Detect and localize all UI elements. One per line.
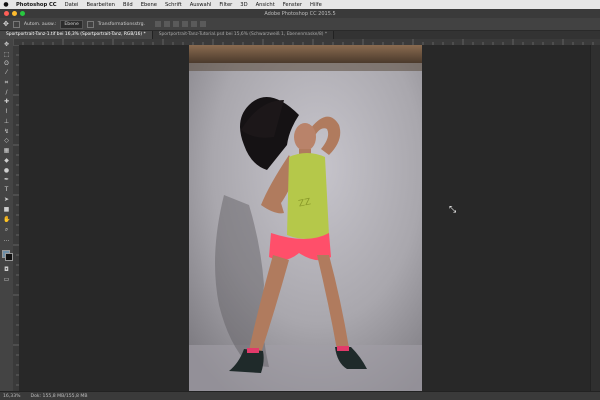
dancer-photo-image: ZZ bbox=[189, 45, 422, 394]
document-photo[interactable]: ZZ bbox=[189, 45, 422, 394]
apple-icon[interactable]: ● bbox=[0, 1, 12, 8]
stamp-icon[interactable]: ⊥ bbox=[3, 119, 10, 125]
heal-icon[interactable]: ✚ bbox=[3, 99, 10, 105]
menu-3d[interactable]: 3D bbox=[236, 2, 251, 8]
document-size[interactable]: Dok: 155,8 MB/155,8 MB bbox=[31, 394, 88, 399]
quick-mask-icon[interactable]: ◘ bbox=[3, 267, 10, 273]
options-bar: ✥ Autom. ausw.: Ebene Transformationsstr… bbox=[0, 18, 600, 31]
menu-app-name[interactable]: Photoshop CC bbox=[12, 2, 61, 8]
menu-schrift[interactable]: Schrift bbox=[161, 2, 186, 8]
brush-icon[interactable]: ⌇ bbox=[3, 109, 10, 115]
menu-datei[interactable]: Datei bbox=[61, 2, 83, 8]
zoom-level[interactable]: 16,33% bbox=[3, 394, 21, 399]
pen-icon[interactable]: ✒ bbox=[3, 177, 10, 183]
menu-auswahl[interactable]: Auswahl bbox=[186, 2, 216, 8]
menu-ansicht[interactable]: Ansicht bbox=[252, 2, 279, 8]
path-select-icon[interactable]: ➤ bbox=[3, 197, 10, 203]
zoom-icon[interactable]: ⌕ bbox=[3, 227, 10, 233]
align-right-icon[interactable] bbox=[200, 21, 207, 27]
quick-select-icon[interactable]: ⁄ bbox=[3, 70, 10, 76]
background-color-swatch[interactable] bbox=[5, 253, 13, 261]
menu-bearbeiten[interactable]: Bearbeiten bbox=[82, 2, 119, 8]
menu-ebene[interactable]: Ebene bbox=[137, 2, 161, 8]
align-top-icon[interactable] bbox=[155, 21, 162, 27]
transform-controls-label: Transformationsstrg. bbox=[97, 21, 146, 27]
auto-select-label: Autom. ausw.: bbox=[23, 21, 57, 27]
align-bottom-icon[interactable] bbox=[173, 21, 180, 27]
tab-document-1[interactable]: Sportportrait-Tanz-1.tif bei 16,3% (Spor… bbox=[0, 31, 153, 39]
menu-bild[interactable]: Bild bbox=[119, 2, 137, 8]
auto-select-checkbox[interactable] bbox=[12, 20, 20, 28]
dodge-icon[interactable]: ● bbox=[3, 168, 10, 174]
window-titlebar: Adobe Photoshop CC 2015.5 bbox=[0, 9, 600, 18]
marquee-icon[interactable]: ⬚ bbox=[3, 52, 10, 58]
blur-icon[interactable]: ◆ bbox=[3, 158, 10, 164]
type-icon[interactable]: T bbox=[3, 187, 10, 193]
align-middle-icon[interactable] bbox=[164, 21, 171, 27]
auto-select-target-dropdown[interactable]: Ebene bbox=[60, 19, 83, 29]
align-left-icon[interactable] bbox=[182, 21, 189, 27]
shape-icon[interactable]: ■ bbox=[3, 207, 10, 213]
lasso-icon[interactable]: ʘ bbox=[3, 61, 10, 67]
status-bar: 16,33% Dok: 155,8 MB/155,8 MB bbox=[0, 391, 600, 400]
tab-document-2[interactable]: Sportportrait-Tanz-Tutorial.psd bei 15,6… bbox=[152, 31, 335, 39]
move-tool-icon[interactable]: ✥ bbox=[3, 20, 9, 28]
document-tabs: Sportportrait-Tanz-1.tif bei 16,3% (Spor… bbox=[0, 31, 600, 39]
transform-controls-checkbox[interactable] bbox=[86, 20, 94, 28]
crop-icon[interactable]: ⌗ bbox=[3, 80, 10, 86]
menu-hilfe[interactable]: Hilfe bbox=[306, 2, 326, 8]
eyedropper-icon[interactable]: ∕ bbox=[3, 90, 10, 96]
tools-panel: ✥ ⬚ ʘ ⁄ ⌗ ∕ ✚ ⌇ ⊥ ↯ ◇ ▦ ◆ ● ✒ T ➤ ■ ✋ ⌕ … bbox=[0, 39, 14, 391]
eraser-icon[interactable]: ◇ bbox=[3, 138, 10, 144]
mouse-cursor-icon: ⤡ bbox=[449, 205, 457, 215]
more-icon[interactable]: … bbox=[3, 237, 10, 243]
align-center-icon[interactable] bbox=[191, 21, 198, 27]
move-tool-icon[interactable]: ✥ bbox=[3, 42, 10, 48]
menu-fenster[interactable]: Fenster bbox=[279, 2, 306, 8]
screen-mode-icon[interactable]: ▭ bbox=[3, 277, 10, 283]
menu-filter[interactable]: Filter bbox=[215, 2, 236, 8]
vertical-scrollbar[interactable] bbox=[590, 45, 600, 391]
window-title: Adobe Photoshop CC 2015.5 bbox=[264, 10, 336, 17]
align-buttons bbox=[155, 21, 207, 27]
history-brush-icon[interactable]: ↯ bbox=[3, 129, 10, 135]
gradient-icon[interactable]: ▦ bbox=[3, 148, 10, 154]
hand-icon[interactable]: ✋ bbox=[3, 217, 10, 223]
